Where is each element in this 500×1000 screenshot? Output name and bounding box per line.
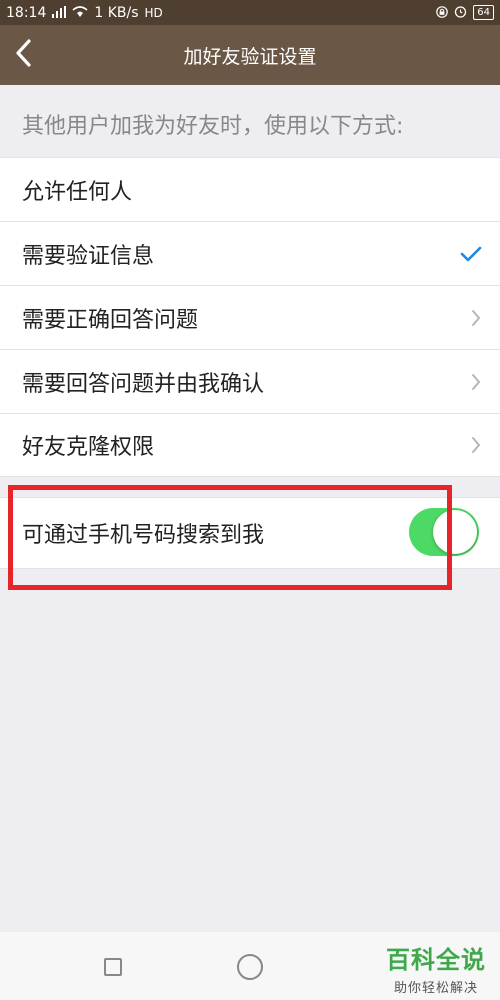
option-label: 允许任何人: [22, 179, 133, 205]
toggle-knob: [433, 510, 477, 554]
checkmark-icon: [460, 222, 482, 285]
option-require-verification[interactable]: 需要验证信息: [0, 221, 500, 285]
page-title: 加好友验证设置: [183, 45, 317, 68]
home-button[interactable]: [237, 954, 263, 980]
watermark-sub: 助你轻松解决: [393, 981, 478, 996]
recent-apps-button[interactable]: [104, 958, 122, 976]
cellular-signal-icon: [52, 5, 67, 20]
option-allow-anyone[interactable]: 允许任何人: [0, 157, 500, 221]
watermark-logo: 百科全说 助你轻松解决: [386, 940, 486, 996]
option-label: 好友克隆权限: [22, 435, 155, 460]
hd-icon: HD: [144, 5, 163, 20]
chevron-right-icon: [470, 350, 482, 413]
phone-search-label: 可通过手机号码搜索到我: [22, 523, 265, 548]
watermark-main: 百科全说: [386, 946, 486, 974]
status-bar: 18:14 1 KB/s HD 64: [0, 0, 500, 25]
chevron-right-icon: [470, 414, 482, 476]
status-time: 18:14: [6, 4, 47, 21]
network-speed: 1 KB/s: [94, 4, 139, 21]
option-answer-and-confirm[interactable]: 需要回答问题并由我确认: [0, 349, 500, 413]
wifi-icon: [72, 5, 88, 20]
chevron-right-icon: [470, 286, 482, 349]
option-label: 需要验证信息: [22, 243, 155, 269]
alarm-icon: [454, 5, 467, 20]
section-caption: 其他用户加我为好友时，使用以下方式:: [22, 114, 404, 139]
phone-search-toggle[interactable]: [409, 508, 479, 556]
option-label: 需要回答问题并由我确认: [22, 371, 265, 397]
battery-indicator: 64: [473, 5, 494, 20]
option-friend-clone-permission[interactable]: 好友克隆权限: [0, 413, 500, 477]
option-correct-answer[interactable]: 需要正确回答问题: [0, 285, 500, 349]
option-label: 需要正确回答问题: [22, 307, 199, 333]
verification-options-list: 允许任何人 需要验证信息 需要正确回答问题 需要回答问题并由我确认 好友克隆权限: [0, 157, 500, 477]
lock-icon: [436, 5, 449, 20]
app-header: 加好友验证设置: [0, 25, 500, 85]
